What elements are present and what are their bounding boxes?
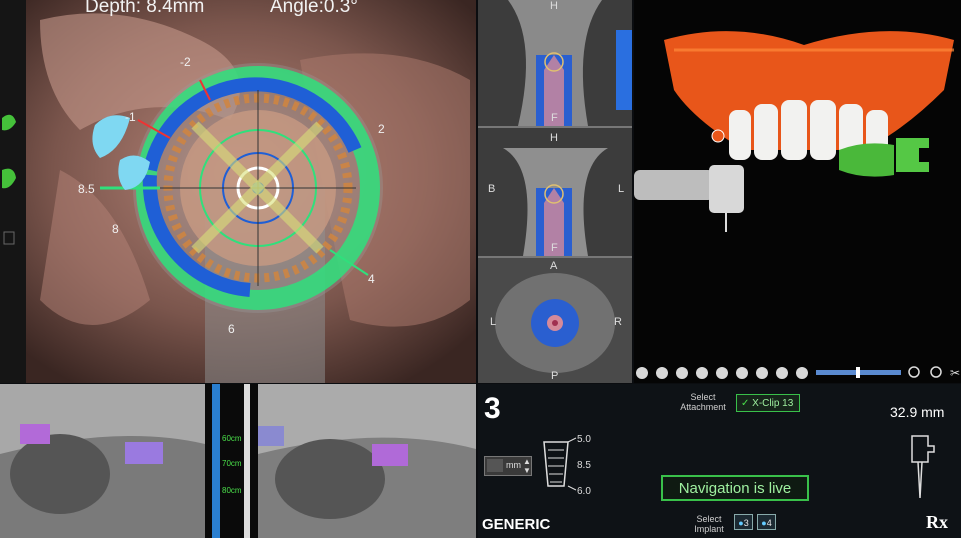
control-panel: 3 mm ▲ ▼ 5.0 8.5 6.0 GENERIC Select Attac… (478, 384, 961, 538)
ct-slice-image (478, 0, 632, 126)
view-toolbar: ✂ (634, 363, 961, 383)
slice-orientation-label: B (488, 183, 496, 195)
ct-slice-sagittal[interactable]: A L R P (478, 258, 632, 383)
depth-readout: Depth: 8.4mm (85, 0, 205, 17)
depth-input-value (487, 459, 503, 472)
ruler-label: 60cm (222, 434, 242, 443)
slice-orientation-label: F (551, 242, 558, 254)
slice-orientation-label: F (551, 112, 558, 124)
drill-handpiece-icon (911, 435, 935, 499)
angle-readout: Angle:0.3° (270, 0, 358, 17)
toolbar-graphic: ✂ (636, 366, 960, 380)
check-icon: ✓ (741, 398, 750, 409)
navigation-graphic (0, 0, 476, 383)
ct-slice-image (478, 258, 632, 383)
scale-label: 4 (368, 272, 375, 286)
drill-length-mid: 8.5 (577, 460, 591, 471)
ruler-label: 80cm (222, 486, 242, 495)
stepper-arrows-icon[interactable]: ▲ ▼ (523, 457, 531, 475)
brand-label: GENERIC (482, 516, 551, 533)
svg-text:✂: ✂ (950, 366, 960, 380)
slice-orientation-label: L (618, 183, 625, 195)
implant-option-button[interactable]: ●4 (757, 514, 776, 530)
select-attachment-label: Select Attachment (680, 392, 726, 412)
scale-label: -2 (180, 55, 191, 69)
drill-length-bottom: 6.0 (577, 486, 591, 497)
camera-feed-view: 60cm 70cm 80cm (0, 384, 476, 538)
rx-icon: Rx (926, 512, 948, 532)
scale-label: 8 (112, 222, 119, 236)
navigation-status-badge: Navigation is live (661, 475, 809, 501)
drill-length-top: 5.0 (577, 434, 591, 445)
depth-input[interactable]: mm ▲ ▼ (484, 456, 532, 476)
navigation-3d-view[interactable]: Depth: 8.4mm Angle:0.3° -2 -1 2 8.5 8 4 … (0, 0, 476, 383)
ct-slice-panel[interactable]: H F H B L F A L R P (478, 0, 632, 383)
attachment-select-button[interactable]: ✓ X-Clip 13 (736, 394, 800, 412)
implant-option-label: 4 (766, 518, 772, 528)
teeth-model-graphic (634, 0, 961, 383)
attachment-value: X-Clip 13 (752, 398, 794, 409)
select-implant-label: Select Implant (694, 514, 724, 534)
ruler-label: 70cm (222, 459, 242, 468)
implant-number: 3 (484, 392, 501, 425)
scale-label: 2 (378, 122, 385, 136)
implant-option-button[interactable]: ●3 (734, 514, 753, 530)
ct-slice-coronal[interactable]: H B L F (478, 128, 632, 258)
dental-3d-model-view[interactable]: ✂ (634, 0, 961, 383)
slice-orientation-label: L (490, 316, 497, 328)
slice-orientation-label: R (614, 316, 622, 328)
scale-label: 6 (228, 322, 235, 336)
implant-option-label: 3 (743, 518, 749, 528)
ct-slice-axial[interactable]: H F (478, 0, 632, 128)
distance-readout: 32.9 mm (890, 404, 945, 420)
ct-slice-image (478, 128, 632, 256)
scale-label: 8.5 (78, 182, 95, 196)
slice-orientation-label: P (551, 370, 559, 382)
scale-label: -1 (125, 110, 136, 124)
drill-bit-icon (543, 437, 577, 491)
depth-unit: mm (506, 460, 521, 470)
slice-orientation-label: H (550, 0, 558, 12)
slice-orientation-label: A (550, 260, 558, 272)
slice-orientation-label: H (550, 132, 558, 144)
